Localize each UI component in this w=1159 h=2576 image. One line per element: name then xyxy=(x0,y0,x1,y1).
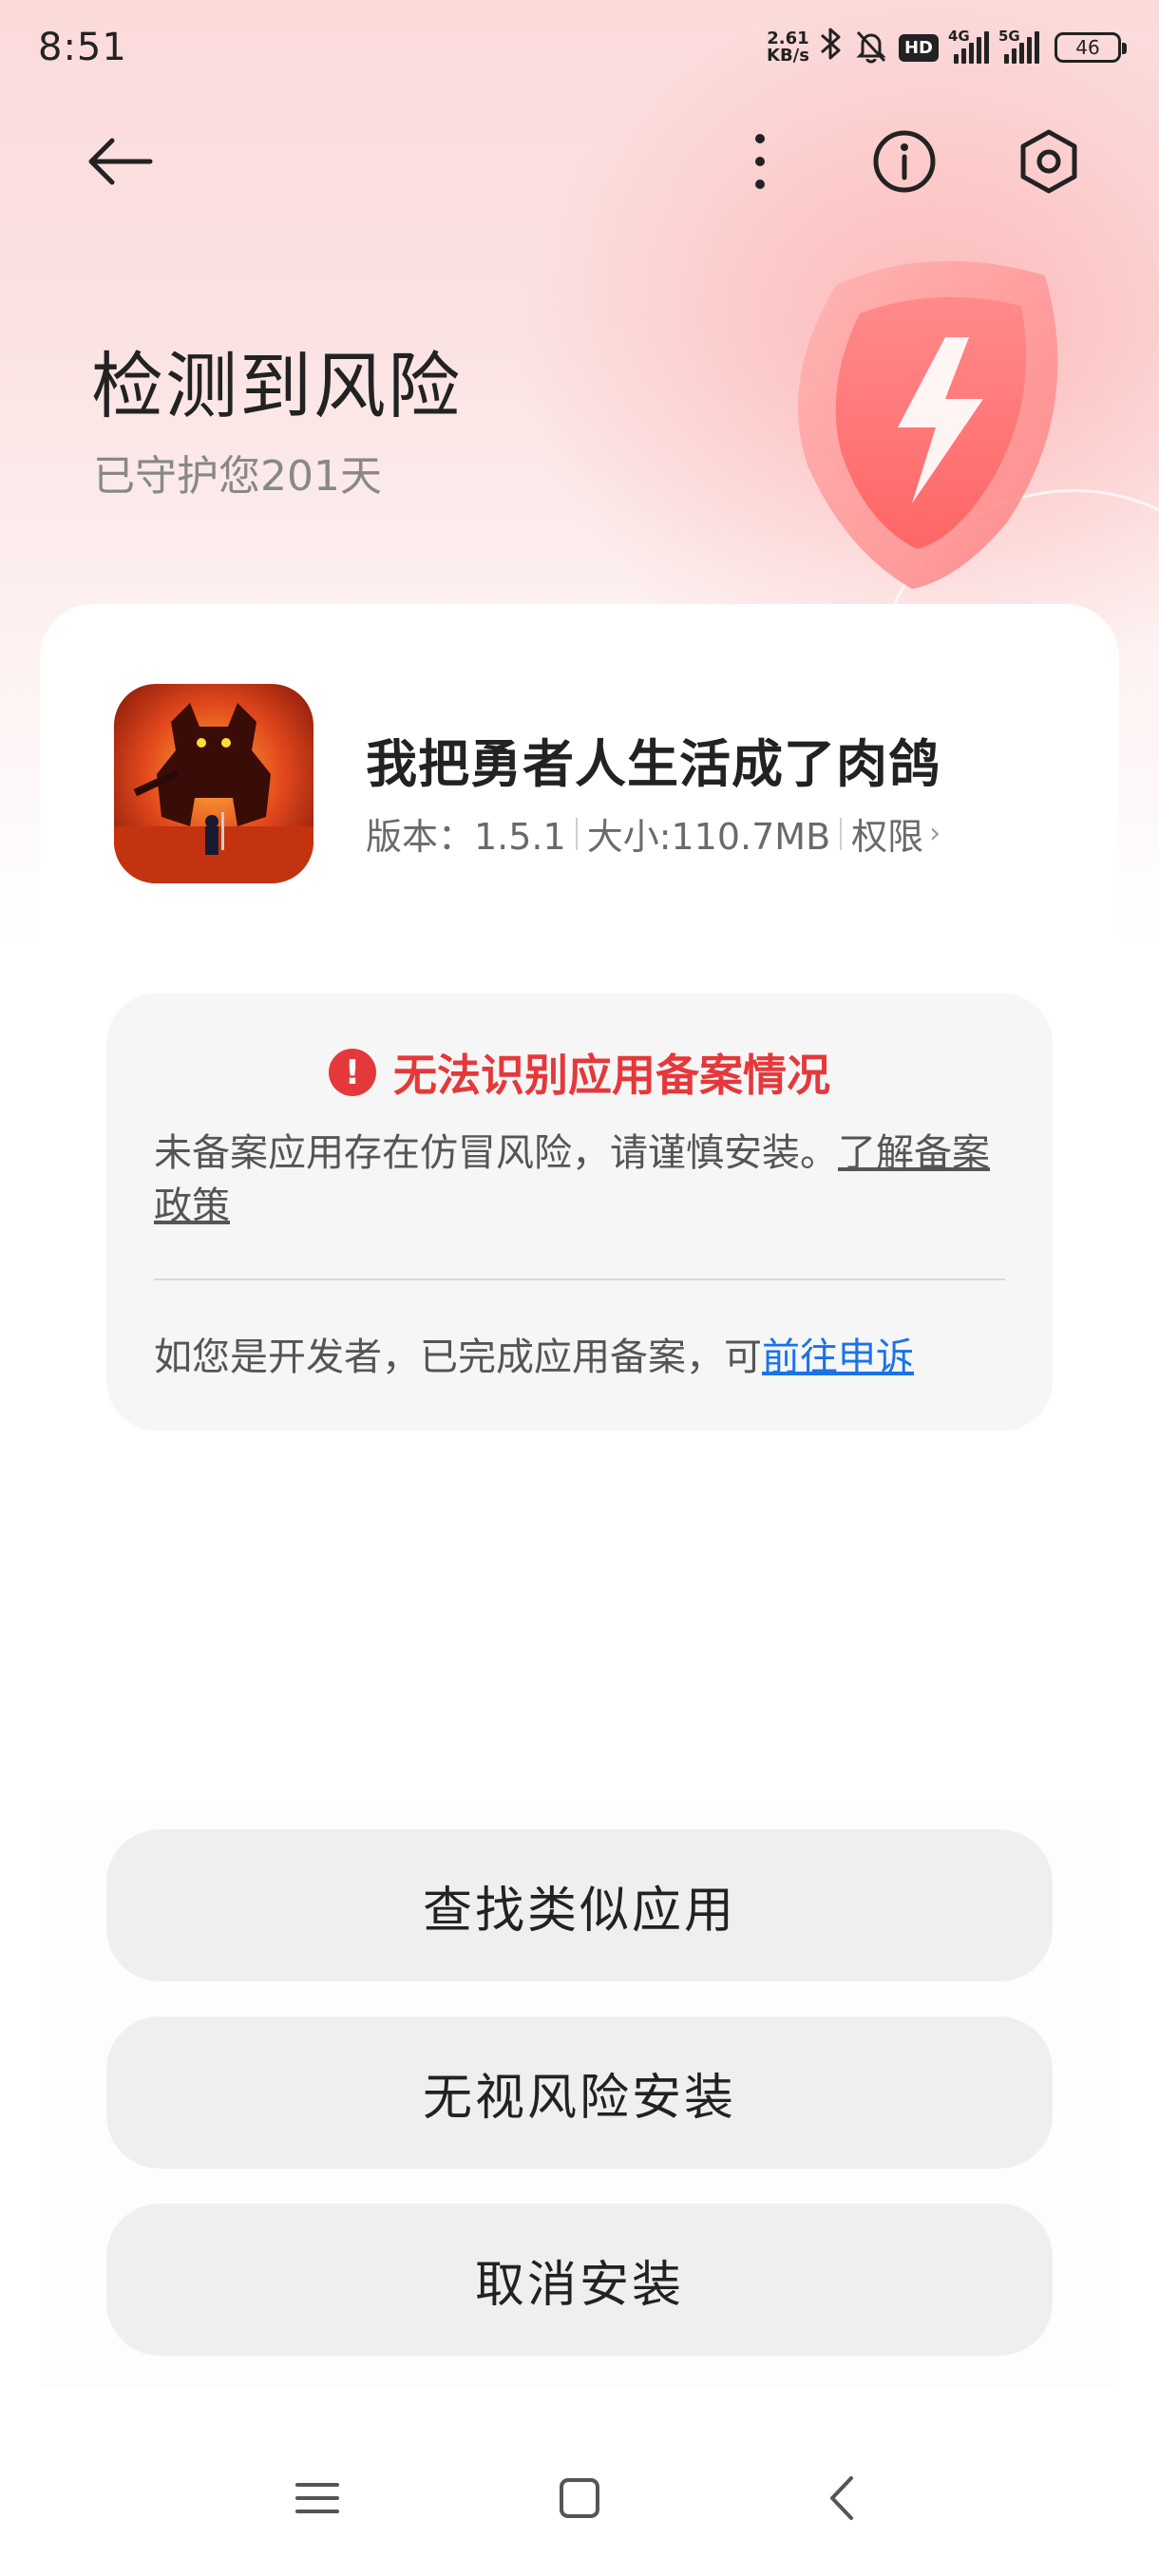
network-type-4g: 4G xyxy=(948,28,970,45)
risk-warning-card: ! 无法识别应用备案情况 未备案应用存在仿冒风险，请谨慎安装。了解备案政策 如您… xyxy=(106,994,1053,1430)
chevron-left-icon xyxy=(830,2476,853,2520)
network-speed: 2.61 KB/s xyxy=(767,30,809,65)
back-arrow-icon xyxy=(88,138,153,185)
warning-body: 未备案应用存在仿冒风险，请谨慎安装。了解备案政策 xyxy=(154,1127,1009,1233)
app-name: 我把勇者人生活成了肉鸽 xyxy=(366,734,940,794)
back-button[interactable] xyxy=(72,114,167,209)
app-icon xyxy=(114,684,314,883)
menu-icon xyxy=(295,2483,339,2513)
info-button[interactable] xyxy=(857,114,952,209)
permissions-label: 权限 xyxy=(851,816,924,858)
battery-icon: 46 xyxy=(1054,32,1127,63)
warning-divider xyxy=(154,1279,1005,1280)
status-time: 8:51 xyxy=(38,26,127,69)
developer-appeal-line: 如您是开发者，已完成应用备案，可前往申诉 xyxy=(154,1326,914,1381)
app-version: 版本：1.5.1 xyxy=(366,816,566,858)
signal-icon-4g: 4G xyxy=(948,28,989,64)
battery-level: 46 xyxy=(1075,36,1100,59)
warning-body-text: 未备案应用存在仿冒风险，请谨慎安装。 xyxy=(154,1131,838,1175)
bell-off-icon xyxy=(853,28,889,67)
chevron-right-icon: › xyxy=(929,817,941,850)
home-square-icon xyxy=(560,2478,599,2518)
settings-icon xyxy=(1020,129,1077,194)
install-risk-page: 8:51 2.61 KB/s HD 4G 5G 46 检测到风险 已守护您201… xyxy=(0,0,1159,2576)
warning-title: ! 无法识别应用备案情况 xyxy=(106,1041,1053,1104)
system-back-button[interactable] xyxy=(794,2451,889,2546)
top-navigation xyxy=(0,114,1159,218)
info-icon xyxy=(873,130,936,193)
system-navigation-bar xyxy=(0,2451,1159,2565)
home-button[interactable] xyxy=(532,2451,627,2546)
app-size: 大小:110.7MB xyxy=(586,816,831,858)
bluetooth-icon xyxy=(819,26,844,70)
recent-apps-button[interactable] xyxy=(270,2451,365,2546)
page-title: 检测到风险 xyxy=(91,344,462,428)
cancel-install-button[interactable]: 取消安装 xyxy=(106,2204,1053,2356)
settings-button[interactable] xyxy=(1001,114,1096,209)
more-vertical-icon xyxy=(755,134,765,189)
signal-icon-5g: 5G xyxy=(998,28,1039,64)
find-similar-apps-button[interactable]: 查找类似应用 xyxy=(106,1829,1053,1981)
permissions-link[interactable]: 权限 › xyxy=(851,807,940,860)
status-bar: 8:51 2.61 KB/s HD 4G 5G 46 xyxy=(0,0,1159,95)
hd-badge: HD xyxy=(898,33,939,62)
network-type-5g: 5G xyxy=(998,28,1020,45)
developer-text: 如您是开发者，已完成应用备案，可 xyxy=(154,1335,762,1379)
appeal-link[interactable]: 前往申诉 xyxy=(762,1335,914,1379)
app-meta: 版本：1.5.1 大小:110.7MB 权限 › xyxy=(366,807,940,860)
alert-icon: ! xyxy=(329,1049,376,1096)
shield-warning-icon xyxy=(798,260,1058,589)
meta-divider xyxy=(840,817,843,850)
more-options-button[interactable] xyxy=(712,114,808,209)
status-icons: 2.61 KB/s HD 4G 5G 46 xyxy=(767,26,1127,70)
network-speed-unit: KB/s xyxy=(767,46,809,66)
meta-divider xyxy=(575,817,578,850)
protection-days: 已守护您201天 xyxy=(93,452,382,501)
warning-title-text: 无法识别应用备案情况 xyxy=(393,1050,830,1101)
ignore-risk-install-button[interactable]: 无视风险安装 xyxy=(106,2017,1053,2169)
